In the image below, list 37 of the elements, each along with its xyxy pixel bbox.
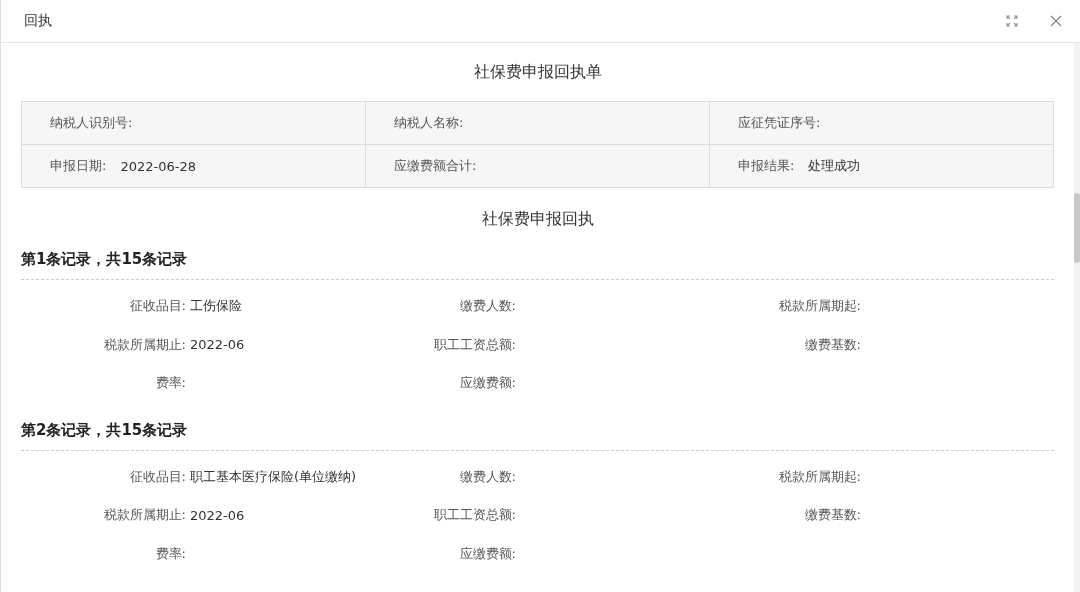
field-label: 征收品目: — [128, 297, 186, 316]
field-label: 应缴费额: — [458, 374, 516, 393]
field-label: 缴费基数: — [803, 506, 861, 525]
record-heading: 第1条记录，共15条记录 — [21, 242, 1054, 280]
field-label: 应缴费额合计: — [394, 157, 477, 175]
field-label: 费率: — [154, 374, 186, 393]
field-label: 职工工资总额: — [432, 506, 516, 525]
field-label: 缴费基数: — [803, 335, 861, 354]
dialog-title: 回执 — [24, 12, 53, 30]
receipt-title: 社保费申报回执单 — [472, 61, 603, 83]
field-value: 2022-06 — [190, 507, 246, 523]
field-label: 税款所属期起: — [777, 467, 861, 486]
field-label: 税款所属期止: — [102, 335, 186, 354]
field-value: 2022-06 — [190, 337, 246, 353]
field-value: 处理成功 — [808, 157, 861, 175]
field-label: 缴费人数: — [458, 297, 516, 316]
field-label: 职工工资总额: — [432, 335, 516, 354]
field-label: 申报结果: — [738, 157, 795, 175]
field-value: 工伤保险 — [190, 297, 243, 316]
field-label: 费率: — [154, 544, 186, 563]
maximize-icon — [1006, 15, 1018, 27]
field-label: 应征凭证序号: — [738, 114, 821, 132]
scrollbar[interactable] — [1074, 43, 1080, 592]
field-label: 申报日期: — [50, 157, 107, 175]
field-value: 2022-06-28 — [120, 158, 196, 174]
section-title: 社保费申报回执 — [480, 208, 595, 230]
field-label: 征收品目: — [128, 467, 186, 486]
field-value: 职工基本医疗保险(单位缴纳) — [190, 467, 358, 486]
field-label: 缴费人数: — [458, 467, 516, 486]
close-icon — [1050, 15, 1062, 27]
field-label: 税款所属期起: — [777, 297, 861, 316]
record-heading: 第2条记录，共15条记录 — [21, 412, 1054, 451]
scrollbar-thumb[interactable] — [1074, 193, 1080, 263]
field-label: 应缴费额: — [458, 544, 516, 563]
field-label: 税款所属期止: — [102, 506, 186, 525]
field-label: 纳税人识别号: — [50, 114, 133, 132]
field-label: 纳税人名称: — [394, 114, 464, 132]
